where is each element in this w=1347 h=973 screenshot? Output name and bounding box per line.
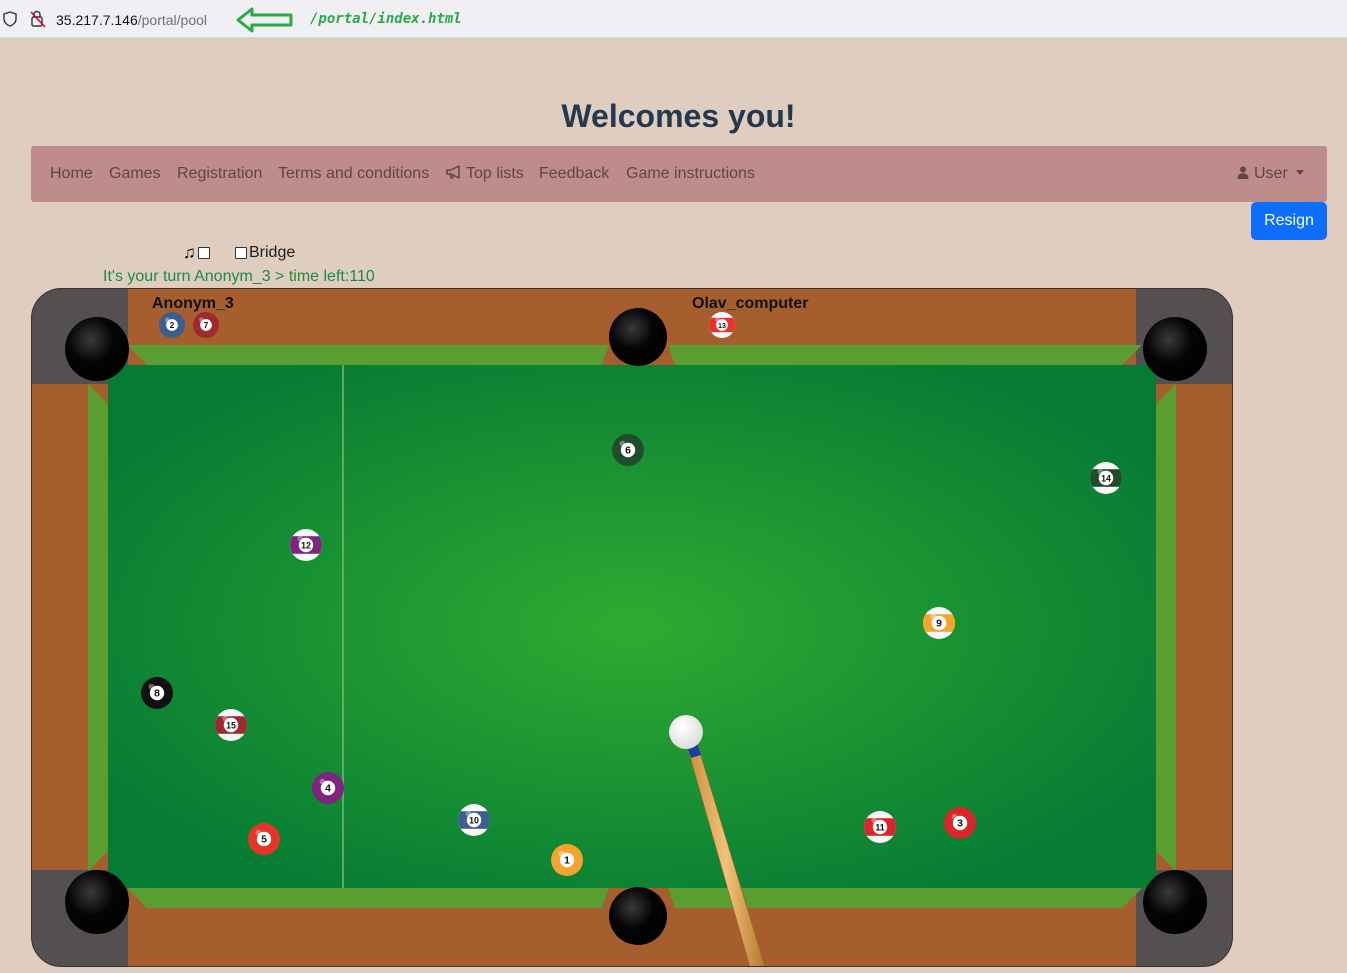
ball-11-number: 11 [875, 823, 884, 833]
ball-8: 8 [141, 677, 173, 709]
music-note-icon: ♫ [183, 243, 196, 262]
ball-10: 10 [458, 804, 490, 836]
ball-5: 5 [248, 823, 280, 855]
ball-14-number: 14 [1101, 474, 1111, 484]
turn-status: It's your turn Anonym_3 > time left:110 [103, 268, 375, 285]
pocket-bottom-left [65, 870, 129, 934]
person-icon [1237, 166, 1249, 179]
pocket-top-right [1143, 317, 1207, 381]
resign-button[interactable]: Resign [1251, 202, 1327, 240]
nav-terms[interactable]: Terms and conditions [278, 165, 429, 183]
sound-checkbox[interactable] [198, 247, 210, 259]
insecure-lock-icon[interactable] [30, 10, 46, 28]
pocket-top-middle [609, 308, 667, 366]
left-arrow-annotation-icon [236, 7, 293, 33]
page-heading: Welcomes you! [561, 98, 796, 134]
cushion-bottom-left [127, 888, 609, 908]
url-path: /portal/pool [137, 12, 208, 28]
ball-9: 9 [923, 607, 955, 639]
ball-12: 12 [290, 529, 322, 561]
nav-home[interactable]: Home [50, 165, 93, 183]
nav-feedback[interactable]: Feedback [539, 165, 609, 183]
ball-11: 11 [864, 811, 896, 843]
ball-5-number: 5 [261, 835, 267, 846]
ball-12-number: 12 [301, 541, 311, 551]
cushion-right [1156, 384, 1176, 871]
pocketed-ball-13-number: 13 [718, 322, 726, 330]
ball-8-number: 8 [154, 689, 160, 700]
pool-table[interactable]: 6 14 12 9 8 15 4 10 5 1 11 3 2 7 13 Anonym_3 Olav_comp… [31, 288, 1233, 967]
url-field[interactable]: 35.217.7.146/portal/pool [56, 12, 207, 28]
pocket-bottom-right [1143, 870, 1207, 934]
main-navbar: Home Games Registration Terms and condit… [31, 146, 1327, 202]
ball-3: 3 [944, 807, 976, 839]
chevron-down-icon [1295, 170, 1304, 175]
url-annotation: /portal/index.html [310, 11, 462, 27]
cushion-left [88, 384, 108, 871]
pocket-top-left [65, 317, 129, 381]
user-dropdown[interactable]: User [1237, 165, 1304, 183]
pocketed-ball-2: 2 [159, 312, 185, 338]
ball-4-number: 4 [325, 784, 331, 795]
megaphone-icon [446, 165, 460, 179]
ball-6-number: 6 [625, 446, 631, 457]
nav-top-lists-label: Top lists [466, 165, 524, 182]
ball-14: 14 [1090, 462, 1122, 494]
bridge-label: Bridge [249, 244, 296, 261]
pocketed-ball-2-number: 2 [170, 320, 175, 330]
ball-3-number: 3 [957, 819, 963, 830]
player2-name: Olav_computer [692, 295, 809, 312]
ball-15: 15 [215, 709, 247, 741]
pocketed-ball-13: 13 [709, 312, 735, 338]
ball-6: 6 [612, 434, 644, 466]
url-host: 35.217.7.146 [56, 12, 138, 28]
pocketed-ball-7-number: 7 [204, 320, 209, 330]
pocketed-ball-7: 7 [193, 312, 219, 338]
ball-1: 1 [551, 844, 583, 876]
ball-9-number: 9 [936, 619, 942, 630]
shield-icon[interactable] [3, 11, 17, 27]
nav-registration[interactable]: Registration [177, 165, 262, 183]
nav-game-instructions[interactable]: Game instructions [626, 165, 755, 183]
cushion-top-right [668, 345, 1142, 365]
user-label: User [1254, 165, 1288, 182]
cushion-top-left [127, 345, 609, 365]
ball-4: 4 [312, 772, 344, 804]
ball-1-number: 1 [564, 856, 570, 867]
player1-name: Anonym_3 [152, 295, 234, 312]
nav-top-lists[interactable]: Top lists [445, 165, 524, 183]
bridge-checkbox[interactable] [235, 247, 247, 259]
nav-games[interactable]: Games [109, 165, 161, 183]
pool-table-canvas[interactable]: 6141298154105111 32 7 13 [31, 288, 1233, 967]
cue-ball[interactable] [669, 715, 703, 749]
browser-address-bar: 35.217.7.146/portal/pool /portal/index.h… [0, 0, 1347, 38]
ball-15-number: 15 [226, 721, 236, 731]
pocket-bottom-middle [609, 887, 667, 945]
ball-10-number: 10 [469, 816, 479, 826]
